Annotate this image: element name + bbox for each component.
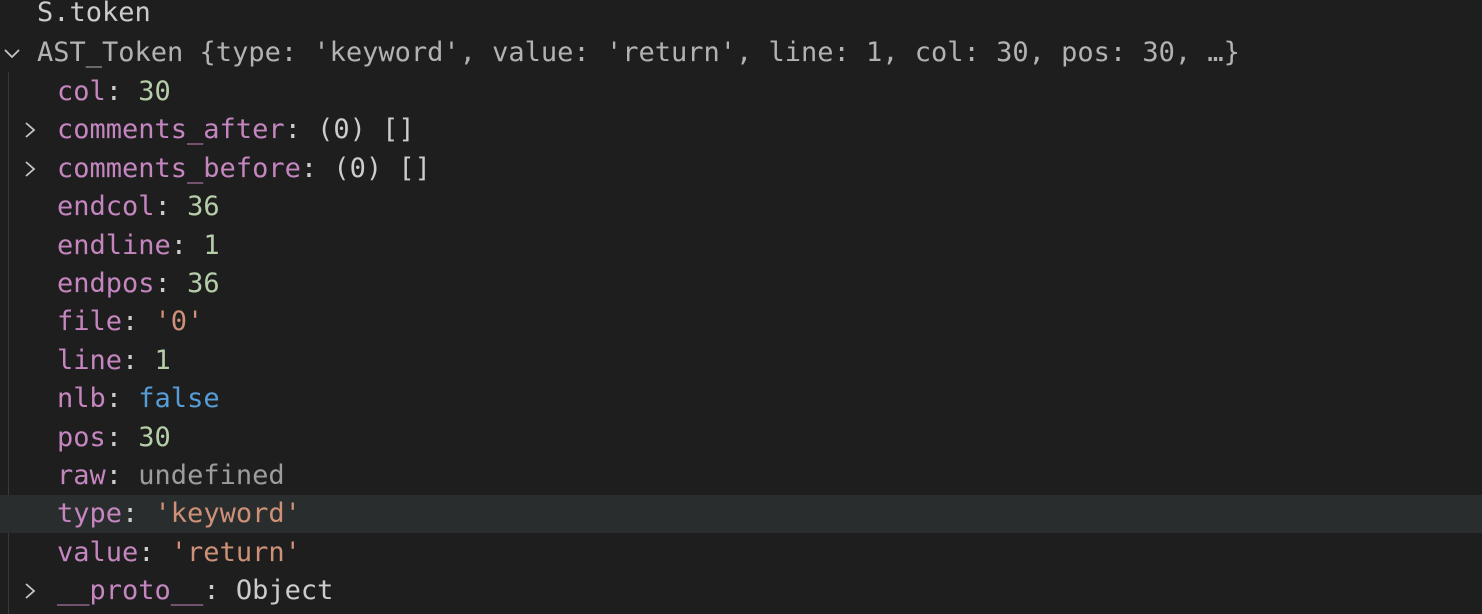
property-value: undefined bbox=[138, 460, 285, 491]
property-text: endpos: 36 bbox=[57, 265, 220, 303]
property-value: (0) [] bbox=[333, 152, 431, 184]
property-key: comments_before bbox=[57, 152, 301, 184]
property-value: 'return' bbox=[170, 536, 301, 568]
property-key: type bbox=[57, 498, 123, 530]
property-separator: : bbox=[170, 229, 204, 261]
property-key: col bbox=[57, 76, 106, 107]
property-text: value: 'return' bbox=[57, 534, 301, 572]
property-row[interactable]: line: 1 bbox=[0, 342, 1482, 380]
property-text: __proto__: Object bbox=[57, 572, 333, 610]
property-key: __proto__ bbox=[57, 575, 204, 607]
property-text: col: 30 bbox=[57, 73, 171, 111]
property-value: 36 bbox=[187, 268, 220, 299]
property-separator: : bbox=[105, 76, 139, 107]
property-value: (0) [] bbox=[317, 114, 415, 146]
property-separator: : bbox=[154, 191, 188, 223]
property-separator: : bbox=[105, 421, 139, 453]
property-row[interactable]: endpos: 36 bbox=[0, 265, 1482, 303]
property-text: endline: 1 bbox=[57, 227, 220, 265]
property-value: 'keyword' bbox=[154, 498, 301, 530]
property-row[interactable]: comments_after: (0) [] bbox=[0, 111, 1482, 149]
property-separator: : bbox=[284, 114, 318, 146]
property-row[interactable]: nlb: false bbox=[0, 380, 1482, 418]
property-row[interactable]: col: 30 bbox=[0, 73, 1482, 111]
watch-expression[interactable]: S.token bbox=[37, 0, 151, 32]
property-separator: : bbox=[138, 536, 171, 568]
property-row[interactable]: endline: 1 bbox=[0, 227, 1482, 265]
property-separator: : bbox=[300, 152, 334, 184]
property-row[interactable]: type: 'keyword' bbox=[0, 495, 1482, 534]
property-text: comments_after: (0) [] bbox=[57, 111, 415, 149]
chevron-down-icon[interactable] bbox=[2, 34, 22, 72]
property-value: 1 bbox=[203, 229, 220, 261]
property-text: nlb: false bbox=[57, 380, 220, 418]
chevron-right-icon[interactable] bbox=[20, 572, 40, 610]
property-key: endcol bbox=[57, 191, 155, 223]
property-key: line bbox=[57, 344, 123, 376]
property-row[interactable]: endcol: 36 bbox=[0, 188, 1482, 226]
property-row[interactable]: raw: undefined bbox=[0, 457, 1482, 495]
property-text: line: 1 bbox=[57, 342, 171, 380]
property-key: raw bbox=[57, 460, 106, 491]
property-separator: : bbox=[122, 306, 155, 338]
property-text: pos: 30 bbox=[57, 419, 171, 457]
chevron-right-icon[interactable] bbox=[20, 150, 40, 188]
property-key: value bbox=[57, 536, 139, 568]
chevron-right-icon[interactable] bbox=[20, 111, 40, 149]
property-separator: : bbox=[105, 383, 139, 415]
property-separator: : bbox=[203, 575, 236, 607]
property-key: comments_after bbox=[57, 114, 285, 146]
property-text: file: '0' bbox=[57, 303, 203, 341]
property-value: 1 bbox=[154, 344, 171, 376]
property-row[interactable]: file: '0' bbox=[0, 303, 1482, 341]
property-separator: : bbox=[122, 344, 155, 376]
property-separator: : bbox=[105, 460, 139, 491]
property-value: 30 bbox=[138, 76, 171, 107]
property-value: false bbox=[138, 383, 220, 415]
property-value: '0' bbox=[154, 306, 204, 338]
property-value: 36 bbox=[187, 191, 220, 223]
property-separator: : bbox=[122, 498, 155, 530]
property-text: raw: undefined bbox=[57, 457, 285, 495]
property-row[interactable]: pos: 30 bbox=[0, 419, 1482, 457]
property-text: endcol: 36 bbox=[57, 188, 220, 226]
property-row[interactable]: value: 'return' bbox=[0, 534, 1482, 572]
property-text: comments_before: (0) [] bbox=[57, 150, 431, 188]
property-text: type: 'keyword' bbox=[57, 495, 301, 533]
property-key: file bbox=[57, 306, 123, 338]
property-row[interactable]: comments_before: (0) [] bbox=[0, 150, 1482, 188]
property-separator: : bbox=[154, 268, 188, 299]
property-value: 30 bbox=[138, 421, 171, 453]
property-row[interactable]: __proto__: Object bbox=[0, 572, 1482, 610]
object-preview: AST_Token {type: 'keyword', value: 'retu… bbox=[37, 37, 1240, 68]
property-key: endline bbox=[57, 229, 171, 261]
tree-root-row[interactable]: AST_Token {type: 'keyword', value: 'retu… bbox=[0, 34, 1482, 72]
property-key: endpos bbox=[57, 268, 155, 299]
property-value: Object bbox=[235, 575, 334, 607]
property-key: nlb bbox=[57, 383, 106, 415]
property-key: pos bbox=[57, 421, 106, 453]
